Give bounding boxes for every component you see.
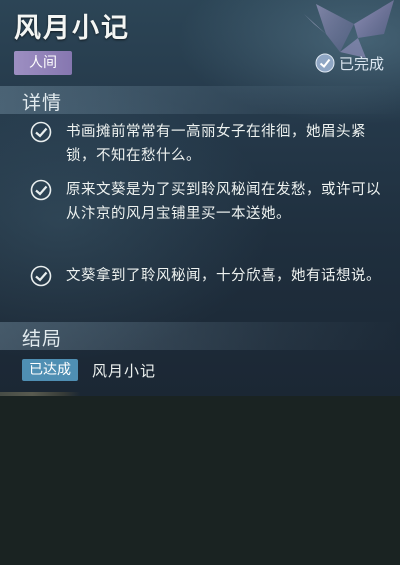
detail-text: 文葵拿到了聆风秘闻，十分欣喜，她有话想说。 [66,268,381,284]
ending-name: 风月小记 [92,361,157,380]
check-circle-icon [315,53,335,73]
ending-row: 已达成 风月小记 [22,358,156,382]
completion-status: 已完成 [315,51,384,75]
details-heading: 详情 [22,92,63,114]
ending-heading: 结局 [22,328,63,350]
status-label: 已完成 [338,54,384,73]
detail-text: 原来文葵是为了买到聆风秘闻在发愁，或许可以从汴京的风月宝铺里买一本送她。 [66,182,381,222]
check-icon [30,265,52,287]
quest-title: 风月小记 [14,13,130,44]
quest-panel: 风月小记 人间 已完成 详情 书画摊前常常有一高丽女子在徘徊，她眉头紧锁，不知在… [0,0,400,396]
check-icon [30,179,52,201]
lower-background [0,396,400,565]
category-tag: 人间 [14,51,72,75]
detail-text: 书画摊前常常有一高丽女子在徘徊，她眉头紧锁，不知在愁什么。 [66,124,366,164]
check-icon [30,121,52,143]
detail-item: 书画摊前常常有一高丽女子在徘徊，她眉头紧锁，不知在愁什么。 [30,120,390,168]
ending-status-badge: 已达成 [22,359,78,381]
detail-item: 文葵拿到了聆风秘闻，十分欣喜，她有话想说。 [30,264,390,288]
detail-item: 原来文葵是为了买到聆风秘闻在发愁，或许可以从汴京的风月宝铺里买一本送她。 [30,178,390,226]
